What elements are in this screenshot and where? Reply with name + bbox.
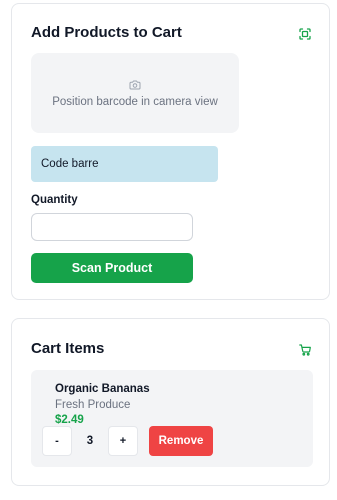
remove-item-button[interactable]: Remove: [149, 426, 213, 456]
item-name: Organic Bananas: [55, 383, 150, 395]
cart-icon[interactable]: [299, 343, 311, 356]
scanner-title: Add Products to Cart: [31, 24, 182, 41]
quantity-input[interactable]: [31, 213, 193, 241]
item-quantity: 3: [86, 435, 94, 447]
item-price: $2.49: [55, 414, 84, 426]
camera-view[interactable]: Position barcode in camera view: [31, 53, 239, 133]
camera-hint: Position barcode in camera view: [52, 96, 218, 108]
page: Add Products to Cart Position barcode in…: [0, 0, 337, 500]
add-products-card: Add Products to Cart Position barcode in…: [11, 3, 330, 300]
decrease-quantity-button[interactable]: -: [42, 426, 72, 456]
cart-items-card: Cart Items Organic Bananas Fresh Produce…: [11, 318, 330, 486]
increase-quantity-button[interactable]: +: [108, 426, 138, 456]
item-category: Fresh Produce: [55, 399, 131, 411]
scan-product-button[interactable]: Scan Product: [31, 253, 193, 283]
barcode-code-field[interactable]: Code barre: [31, 146, 218, 182]
cart-item: Organic Bananas Fresh Produce $2.49 - 3 …: [31, 370, 313, 467]
scan-icon[interactable]: [299, 27, 311, 40]
camera-icon: [129, 77, 141, 90]
cart-title: Cart Items: [31, 340, 105, 357]
quantity-label: Quantity: [31, 194, 78, 206]
